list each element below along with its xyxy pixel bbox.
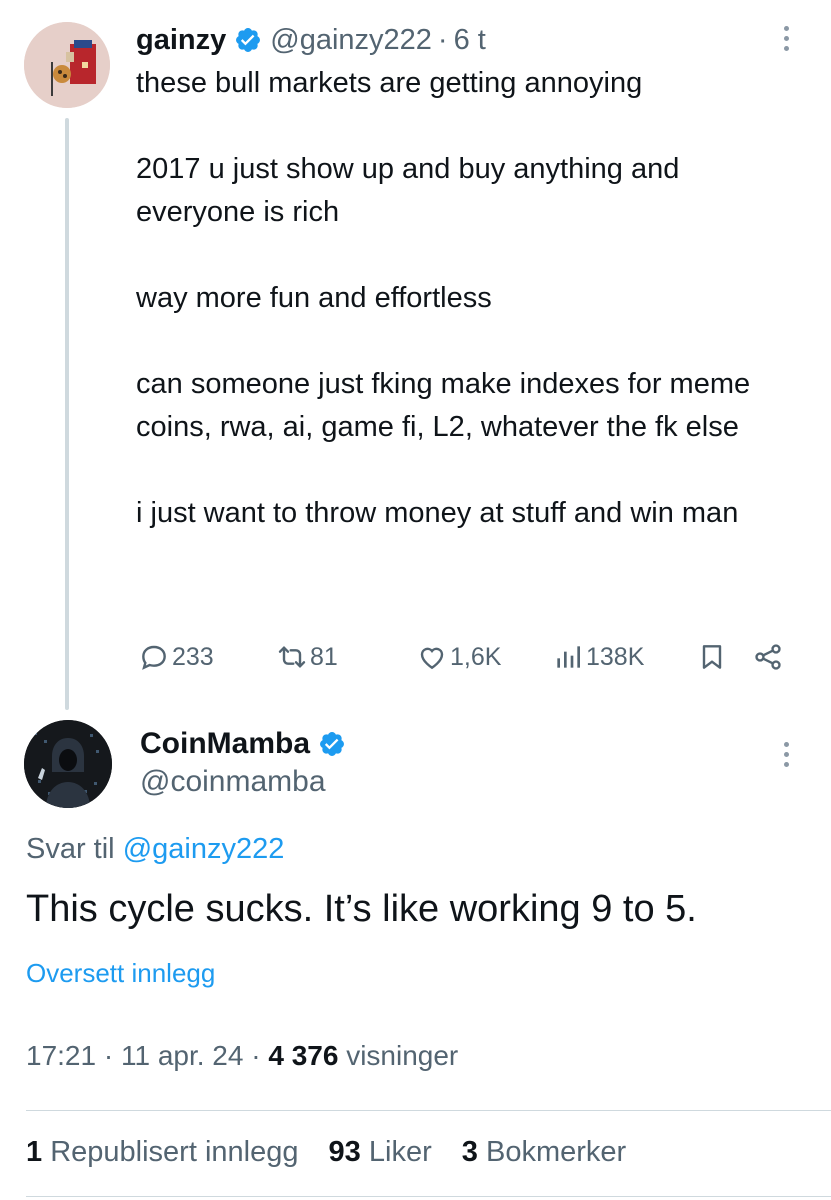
engagement-stats: 1 Republisert innlegg 93 Liker 3 Bokmerk… — [26, 1136, 648, 1169]
reposts-label: Republisert innlegg — [50, 1136, 299, 1168]
reposts-stat[interactable]: 1 Republisert innlegg — [26, 1136, 307, 1168]
more-icon[interactable] — [784, 742, 790, 772]
tweet-date[interactable]: 11 apr. 24 — [121, 1040, 243, 1071]
divider — [26, 1110, 831, 1111]
reply-to-mention[interactable]: @gainzy222 — [123, 833, 285, 865]
reposts-count: 1 — [26, 1136, 43, 1168]
tweet-paragraph: i just want to throw money at stuff and … — [136, 497, 739, 529]
share-button[interactable] — [752, 636, 786, 678]
view-count: 4 376 — [268, 1040, 339, 1071]
like-count: 1,6K — [450, 642, 502, 671]
likes-stat[interactable]: 93 Liker — [329, 1136, 440, 1168]
likes-count: 93 — [328, 1136, 361, 1168]
verified-badge-icon — [236, 28, 261, 52]
parent-handle[interactable]: @gainzy222 — [270, 24, 432, 57]
reply-tweet-text: This cycle sucks. It’s like working 9 to… — [26, 888, 697, 930]
repost-count: 81 — [310, 642, 338, 671]
reply-to-line: Svar til @gainzy222 — [26, 833, 284, 866]
reply-name-row: CoinMamba — [140, 724, 354, 764]
views-count: 138K — [586, 642, 645, 671]
like-icon — [420, 647, 444, 670]
more-icon[interactable] — [784, 26, 790, 56]
tweet-meta-line: 17:21 · 11 apr. 24 · 4 376 visninger — [26, 1040, 458, 1072]
reply-handle[interactable]: @coinmamba — [140, 765, 326, 799]
separator-dot: · — [103, 1040, 114, 1071]
share-icon — [755, 644, 781, 670]
divider — [26, 1196, 831, 1197]
views-icon — [557, 646, 580, 668]
action-bar: 233 81 1,6K 138K — [138, 636, 798, 678]
tweet-paragraph: way more fun and effortless — [136, 282, 492, 314]
bookmark-icon — [702, 645, 722, 669]
like-button[interactable]: 1,6K — [416, 636, 501, 678]
repost-icon — [278, 646, 306, 668]
separator-dot: · — [437, 23, 448, 56]
parent-avatar[interactable] — [24, 22, 110, 108]
separator-dot: · — [251, 1040, 261, 1071]
reply-button[interactable]: 233 — [138, 636, 214, 678]
tweet-time[interactable]: 17:21 — [26, 1040, 96, 1071]
translate-post-link[interactable]: Oversett innlegg — [26, 958, 215, 989]
tweet-paragraph: these bull markets are getting annoying — [136, 67, 643, 99]
bookmarks-label: Bokmerker — [486, 1136, 627, 1168]
tweet-paragraph: can someone just fking make indexes for … — [136, 368, 751, 443]
parent-tweet-text: these bull markets are getting annoying … — [136, 62, 796, 535]
likes-label: Liker — [368, 1136, 432, 1168]
tweet-paragraph: 2017 u just show up and buy anything and… — [136, 153, 680, 228]
thread-line — [65, 118, 69, 710]
reply-icon — [142, 645, 166, 670]
bookmarks-count: 3 — [461, 1136, 478, 1168]
parent-tweet-header: gainzy @gainzy222 · 6 t — [136, 20, 486, 60]
bookmarks-stat[interactable]: 3 Bokmerker — [462, 1136, 626, 1168]
bookmark-button[interactable] — [696, 636, 730, 678]
views-button[interactable]: 138K — [552, 636, 644, 678]
repost-button[interactable]: 81 — [276, 636, 338, 678]
reply-to-prefix: Svar til — [26, 833, 115, 865]
reply-count: 233 — [172, 642, 214, 671]
parent-time[interactable]: 6 t — [454, 24, 486, 57]
reply-display-name[interactable]: CoinMamba — [140, 727, 310, 761]
parent-display-name[interactable]: gainzy — [136, 24, 226, 57]
views-label: visninger — [346, 1040, 459, 1071]
reply-avatar[interactable] — [24, 720, 112, 808]
verified-badge-icon — [320, 732, 344, 756]
